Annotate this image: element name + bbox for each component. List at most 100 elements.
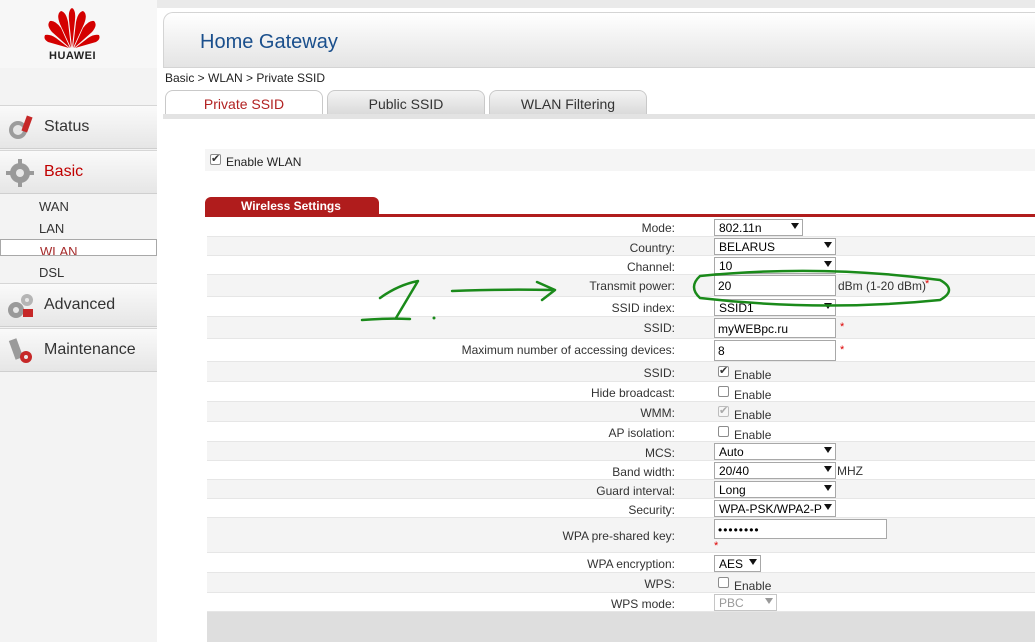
row-country: Country: BELARUS	[207, 237, 1035, 256]
ssid-index-select[interactable]: SSID1	[714, 299, 836, 316]
security-select[interactable]: WPA-PSK/WPA2-P	[714, 500, 836, 517]
page-title: Home Gateway	[200, 31, 338, 53]
row-guard-interval: Guard interval: Long	[207, 480, 1035, 499]
ssid-name-label: SSID:	[643, 321, 675, 335]
row-hide-broadcast: Hide broadcast: Enable	[207, 382, 1035, 402]
country-value: BELARUS	[719, 240, 776, 254]
row-mcs: MCS: Auto	[207, 442, 1035, 461]
ssid-index-value: SSID1	[719, 301, 754, 315]
maintenance-icon	[8, 338, 32, 363]
wpa-encryption-select[interactable]: AES	[714, 555, 761, 572]
mcs-label: MCS:	[645, 446, 675, 460]
country-label: Country:	[629, 241, 675, 255]
breadcrumb: Basic > WLAN > Private SSID	[165, 71, 326, 85]
country-select[interactable]: BELARUS	[714, 238, 836, 255]
bandwidth-select[interactable]: 20/40	[714, 462, 836, 479]
security-label: Security:	[628, 503, 675, 517]
advanced-icon	[8, 294, 33, 318]
nav-advanced[interactable]: Advanced	[0, 283, 157, 327]
button-bar	[207, 612, 1035, 642]
chevron-down-icon	[824, 303, 832, 309]
nav-maintenance[interactable]: Maintenance	[0, 328, 157, 372]
max-devices-input[interactable]: 8	[714, 340, 836, 361]
security-value: WPA-PSK/WPA2-P	[719, 502, 822, 516]
chevron-down-icon	[749, 559, 757, 565]
bandwidth-label: Band width:	[612, 465, 675, 479]
hide-broadcast-label: Hide broadcast:	[590, 386, 675, 400]
tab-wlan-filtering[interactable]: WLAN Filtering	[489, 90, 647, 115]
tab-public-ssid[interactable]: Public SSID	[327, 90, 485, 115]
enable-wlan-row	[205, 149, 1035, 171]
mcs-select[interactable]: Auto	[714, 443, 836, 460]
row-channel: Channel: 10	[207, 256, 1035, 275]
subnav-dsl[interactable]: DSL	[0, 261, 157, 283]
enable-wlan-checkbox[interactable]	[210, 152, 221, 165]
huawei-logo-icon	[44, 8, 100, 48]
subnav-wlan-label: WLAN	[40, 244, 78, 256]
transmit-power-unit: dBm (1-20 dBm)	[838, 279, 927, 293]
row-wpa-encryption: WPA encryption: AES	[207, 553, 1035, 573]
nav-status[interactable]: Status	[0, 105, 157, 149]
subnav-lan-label: LAN	[39, 221, 65, 236]
tab-private-ssid[interactable]: Private SSID	[165, 90, 323, 115]
chevron-down-icon	[824, 261, 832, 267]
chevron-down-icon	[824, 242, 832, 248]
bandwidth-value: 20/40	[719, 464, 750, 478]
mode-select[interactable]: 802.11n	[714, 219, 803, 236]
channel-select[interactable]: 10	[714, 257, 836, 274]
nav-maintenance-label: Maintenance	[44, 341, 136, 358]
chevron-down-icon	[824, 447, 832, 453]
nav-status-label: Status	[44, 118, 90, 135]
mode-label: Mode:	[641, 221, 675, 235]
subnav-wan-label: WAN	[39, 199, 69, 214]
row-transmit-power: Transmit power: 20 dBm (1-20 dBm) *	[207, 275, 1035, 297]
nav-basic[interactable]: Basic	[0, 150, 157, 194]
ap-isolation-checkbox[interactable]	[718, 426, 729, 437]
channel-label: Channel:	[626, 260, 675, 274]
row-ssid-index: SSID index: SSID1	[207, 297, 1035, 317]
transmit-power-label: Transmit power:	[589, 279, 675, 293]
wpa-encryption-value: AES	[719, 557, 744, 571]
transmit-power-input[interactable]: 20	[714, 275, 836, 296]
wps-mode-value: PBC	[719, 596, 744, 610]
guard-interval-select[interactable]: Long	[714, 481, 836, 498]
transmit-power-required: *	[925, 278, 930, 290]
mode-value: 802.11n	[719, 221, 762, 235]
wmm-label: WMM:	[640, 406, 675, 420]
wps-mode-select[interactable]: PBC	[714, 594, 777, 611]
chevron-down-icon	[824, 466, 832, 472]
wps-text: Enable	[734, 579, 772, 593]
hide-broadcast-checkbox[interactable]	[718, 386, 729, 397]
max-devices-label: Maximum number of accessing devices:	[461, 343, 675, 357]
row-mode: Mode: 802.11n	[207, 217, 1035, 237]
ssid-enable-label: SSID:	[643, 366, 675, 380]
chevron-down-icon	[791, 223, 799, 229]
row-ap-isolation: AP isolation: Enable	[207, 422, 1035, 442]
logo: HUAWEI	[0, 0, 157, 68]
ap-isolation-label: AP isolation:	[608, 426, 676, 440]
sidebar: HUAWEI Status Basic WAN LAN WLAN DSL Adv…	[0, 0, 157, 642]
enable-wlan-label: Enable WLAN	[226, 155, 302, 169]
wmm-checkbox[interactable]	[718, 404, 729, 417]
subnav-wan[interactable]: WAN	[0, 195, 157, 217]
row-wpa-key: WPA pre-shared key: •••••••• *	[207, 518, 1035, 553]
guard-interval-value: Long	[719, 483, 746, 497]
ssid-enable-text: Enable	[734, 368, 772, 382]
wpa-key-input[interactable]: ••••••••	[714, 519, 887, 539]
wps-checkbox[interactable]	[718, 577, 729, 588]
wpa-key-label: WPA pre-shared key:	[562, 529, 676, 543]
channel-value: 10	[719, 259, 733, 273]
subnav-lan[interactable]: LAN	[0, 217, 157, 239]
brand-name: HUAWEI	[49, 50, 96, 62]
row-max-devices: Maximum number of accessing devices: 8 *	[207, 339, 1035, 362]
gear-icon	[6, 159, 34, 187]
nav-basic-label: Basic	[44, 163, 84, 180]
ssid-enable-checkbox[interactable]	[718, 364, 729, 377]
chevron-down-icon	[765, 598, 773, 604]
top-strip	[157, 0, 1035, 8]
ssid-name-input[interactable]: myWEBpc.ru	[714, 318, 836, 338]
subnav-wlan[interactable]: WLAN	[0, 239, 157, 256]
subnav-dsl-label: DSL	[39, 265, 65, 280]
row-security: Security: WPA-PSK/WPA2-P	[207, 499, 1035, 518]
bandwidth-unit: MHZ	[837, 464, 863, 478]
